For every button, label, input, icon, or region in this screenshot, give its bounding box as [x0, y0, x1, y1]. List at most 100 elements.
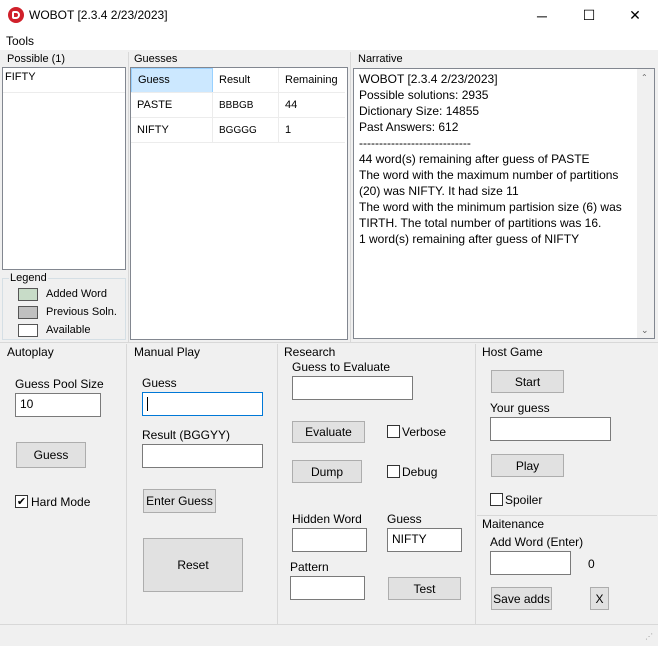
research-guess-label: Guess: [387, 512, 422, 526]
pattern-input[interactable]: [290, 576, 365, 600]
splitter[interactable]: [128, 52, 129, 342]
guess-pool-label: Guess Pool Size: [15, 377, 104, 391]
scroll-down-icon[interactable]: ⌄: [641, 325, 649, 336]
menu-bar: [0, 31, 658, 50]
narrative-line: ----------------------------: [359, 136, 471, 150]
test-button[interactable]: Test: [388, 577, 461, 600]
cell-result: BBBGB: [219, 100, 254, 111]
section-divider: [277, 344, 278, 624]
research-guess-input[interactable]: NIFTY: [387, 528, 462, 552]
narrative-line: Dictionary Size: 14855: [359, 104, 480, 118]
spoiler-checkbox[interactable]: [490, 493, 503, 506]
guesses-header: Guesses: [134, 53, 178, 65]
resize-grip-icon[interactable]: ⋰: [645, 632, 653, 641]
maximize-button[interactable]: ☐: [566, 0, 612, 31]
previous-soln-swatch: [18, 306, 38, 319]
spoiler-label: Spoiler: [505, 493, 543, 507]
table-row[interactable]: NIFTY BGGGG 1: [131, 118, 345, 143]
narrative-line: Past Answers: 612: [359, 120, 459, 134]
evaluate-button[interactable]: Evaluate: [292, 421, 365, 443]
your-guess-label: Your guess: [490, 401, 550, 415]
menu-tools[interactable]: Tools: [6, 34, 34, 48]
splitter[interactable]: [0, 342, 658, 343]
narrative-content: WOBOT [2.3.4 2/23/2023] Possible solutio…: [359, 71, 637, 247]
hidden-word-label: Hidden Word: [292, 512, 362, 526]
splitter[interactable]: [350, 52, 351, 342]
narrative-scrollbar[interactable]: ⌃ ⌄: [637, 69, 654, 338]
debug-label: Debug: [402, 465, 438, 479]
verbose-label: Verbose: [402, 425, 447, 439]
cell-result: BGGGG: [219, 125, 257, 136]
legend-label: Available: [46, 324, 91, 336]
divider: [131, 142, 345, 143]
hidden-word-input[interactable]: [292, 528, 367, 552]
legend-label: Added Word: [46, 288, 107, 300]
window-title: WOBOT [2.3.4 2/23/2023]: [29, 8, 168, 22]
divider: [212, 118, 213, 143]
divider: [278, 93, 279, 118]
narrative-line: 44 word(s) remaining after guess of PAST…: [359, 152, 590, 166]
divider: [3, 92, 125, 93]
column-header-guess[interactable]: Guess: [131, 68, 213, 93]
debug-checkbox[interactable]: [387, 465, 400, 478]
save-adds-button[interactable]: Save adds: [491, 587, 552, 610]
cell-guess: NIFTY: [137, 124, 169, 136]
close-button[interactable]: ✕: [612, 0, 658, 31]
dump-button[interactable]: Dump: [292, 460, 362, 483]
legend-label: Previous Soln.: [46, 306, 117, 318]
narrative-line: WOBOT [2.3.4 2/23/2023]: [359, 72, 498, 86]
column-header-remaining[interactable]: Remaining: [279, 68, 345, 93]
add-word-input[interactable]: [490, 551, 571, 575]
list-item[interactable]: FIFTY: [5, 71, 36, 83]
play-button[interactable]: Play: [491, 454, 564, 477]
verbose-checkbox[interactable]: [387, 425, 400, 438]
section-divider: [0, 624, 658, 625]
manual-guess-input[interactable]: [142, 392, 263, 416]
reset-button[interactable]: Reset: [143, 538, 243, 592]
guess-to-evaluate-label: Guess to Evaluate: [292, 360, 391, 374]
added-word-swatch: [18, 288, 38, 301]
cell-remaining: 1: [285, 124, 292, 136]
your-guess-input[interactable]: [490, 417, 611, 441]
narrative-line: The word with the minimum partision size…: [359, 200, 625, 230]
section-divider: [475, 344, 476, 624]
table-header-row: Guess Result Remaining: [131, 68, 345, 93]
hard-mode-label: Hard Mode: [31, 495, 91, 509]
added-count: 0: [588, 557, 595, 571]
maintenance-header: Maitenance: [482, 517, 545, 531]
manual-guess-label: Guess: [142, 376, 177, 390]
host-game-header: Host Game: [482, 345, 543, 359]
divider: [212, 93, 213, 118]
cell-remaining: 44: [285, 99, 298, 111]
autoplay-guess-button[interactable]: Guess: [16, 442, 86, 468]
column-header-result[interactable]: Result: [213, 68, 279, 93]
result-input[interactable]: [142, 444, 263, 468]
guess-to-evaluate-input[interactable]: [292, 376, 413, 400]
pattern-label: Pattern: [290, 560, 329, 574]
possible-header: Possible (1): [7, 53, 66, 65]
divider: [278, 118, 279, 143]
start-button[interactable]: Start: [491, 370, 564, 393]
cell-guess: PASTE: [137, 99, 173, 111]
section-divider: [126, 344, 127, 624]
narrative-line: Possible solutions: 2935: [359, 88, 489, 102]
narrative-textbox[interactable]: WOBOT [2.3.4 2/23/2023] Possible solutio…: [353, 68, 655, 339]
table-row[interactable]: PASTE BBBGB 44: [131, 93, 345, 118]
app-icon: [8, 7, 24, 23]
add-word-label: Add Word (Enter): [490, 535, 584, 549]
clear-button[interactable]: X: [590, 587, 609, 610]
enter-guess-button[interactable]: Enter Guess: [143, 489, 216, 513]
minimize-button[interactable]: ─: [519, 0, 565, 31]
narrative-line: 1 word(s) remaining after guess of NIFTY: [359, 232, 580, 246]
text-cursor: [147, 397, 148, 411]
hard-mode-checkbox[interactable]: ✔: [15, 495, 28, 508]
guess-pool-input[interactable]: 10: [15, 393, 101, 417]
autoplay-header: Autoplay: [7, 345, 54, 359]
possible-list[interactable]: FIFTY: [2, 67, 126, 270]
scroll-up-icon[interactable]: ⌃: [641, 73, 648, 82]
research-header: Research: [284, 345, 336, 359]
result-label: Result (BGGYY): [142, 428, 231, 442]
divider: [278, 68, 279, 93]
narrative-header: Narrative: [358, 53, 403, 65]
legend-header: Legend: [9, 272, 48, 284]
